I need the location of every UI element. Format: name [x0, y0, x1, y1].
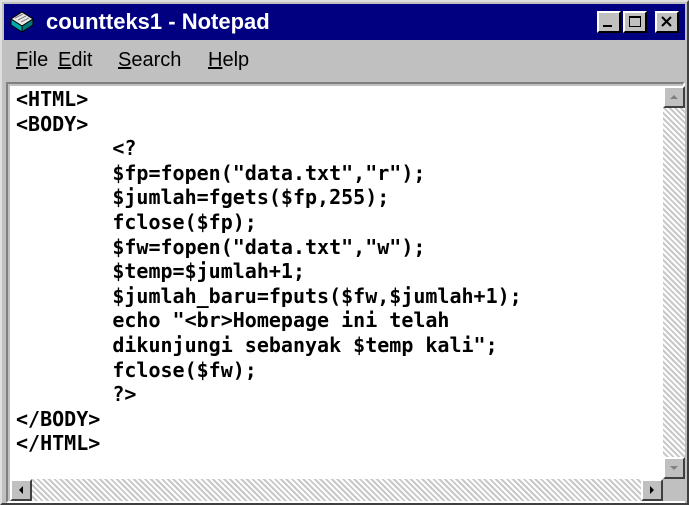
- code-line: </HTML>: [16, 431, 101, 456]
- menu-file-accelerator: F: [16, 49, 29, 71]
- menu-search-accelerator: S: [118, 49, 132, 71]
- title-bar[interactable]: countteks1 - Notepad: [4, 4, 685, 40]
- code-line: dikunjungi sebanyak $temp kali";: [16, 332, 498, 357]
- scroll-left-button[interactable]: [10, 479, 32, 501]
- code-line: <HTML>: [16, 87, 89, 111]
- scroll-up-icon: [670, 95, 678, 99]
- code-line: </BODY>: [16, 406, 101, 431]
- code-line: $fp=fopen("data.txt","r");: [16, 160, 426, 185]
- menu-edit[interactable]: Edit: [58, 48, 92, 72]
- close-button[interactable]: [655, 11, 679, 33]
- scroll-up-button[interactable]: [663, 86, 685, 108]
- menu-edit-label: dit: [71, 49, 93, 71]
- code-line: $fw=fopen("data.txt","w");: [16, 234, 426, 259]
- code-line: $jumlah_baru=fputs($fw,$jumlah+1);: [16, 283, 522, 308]
- menu-file-label: ile: [28, 49, 49, 71]
- text-editor[interactable]: <HTML> <BODY> <? $fp=fopen("data.txt","r…: [10, 86, 663, 479]
- minimize-icon: [603, 25, 612, 27]
- code-line: <?: [16, 136, 137, 161]
- code-line: $temp=$jumlah+1;: [16, 259, 305, 284]
- editor-text: <HTML> <BODY> <? $fp=fopen("data.txt","r…: [16, 87, 522, 456]
- menu-file[interactable]: File: [16, 48, 48, 72]
- scrollbar-corner: [663, 479, 685, 501]
- menu-search[interactable]: Search: [118, 48, 181, 72]
- menu-help-accelerator: H: [208, 49, 223, 71]
- menu-edit-accelerator: E: [58, 49, 72, 71]
- close-icon: [661, 16, 672, 27]
- notepad-window: countteks1 - Notepad File Edit Search He…: [0, 0, 689, 505]
- menu-search-label: earch: [131, 49, 182, 71]
- code-line: fclose($fw);: [16, 357, 257, 382]
- editor-frame: <HTML> <BODY> <? $fp=fopen("data.txt","r…: [6, 82, 685, 503]
- notepad-icon[interactable]: [9, 10, 35, 34]
- code-line: $jumlah=fgets($fp,255);: [16, 185, 390, 210]
- minimize-button[interactable]: [597, 11, 621, 33]
- scroll-down-button[interactable]: [663, 457, 685, 479]
- code-line: echo "<br>Homepage ini telah: [16, 308, 450, 333]
- code-line: ?>: [16, 382, 137, 407]
- menu-help[interactable]: Help: [208, 48, 249, 72]
- scroll-right-button[interactable]: [641, 479, 663, 501]
- code-line: fclose($fp);: [16, 209, 257, 234]
- code-line: <BODY>: [16, 111, 89, 136]
- scroll-down-icon: [670, 466, 678, 470]
- window-title: countteks1 - Notepad: [46, 9, 270, 34]
- maximize-button[interactable]: [623, 11, 647, 33]
- menu-bar: File Edit Search Help: [4, 42, 685, 78]
- horizontal-scrollbar[interactable]: [10, 479, 663, 501]
- scroll-right-icon: [650, 486, 654, 494]
- scroll-left-icon: [19, 486, 23, 494]
- menu-help-label: elp: [222, 49, 250, 71]
- vertical-scrollbar[interactable]: [663, 86, 685, 479]
- maximize-icon: [629, 16, 641, 27]
